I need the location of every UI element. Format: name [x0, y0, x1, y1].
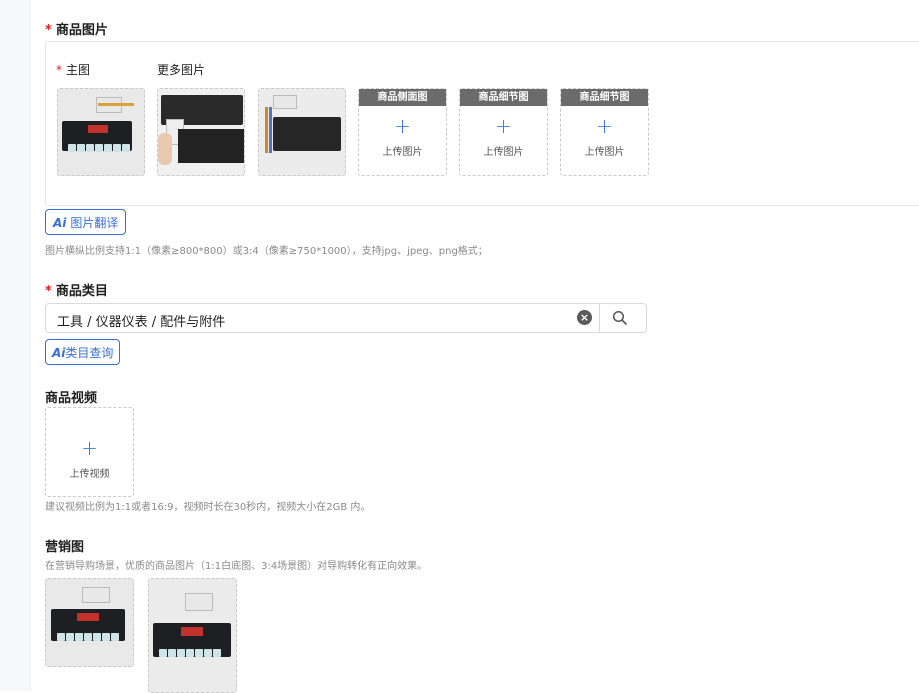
marketing-image-portrait[interactable] [148, 578, 237, 693]
device-display [181, 627, 203, 636]
device-buttons [57, 626, 120, 645]
product-images-title-text: 商品图片 [55, 23, 108, 38]
wire-shape [98, 103, 134, 106]
product-images-title: * 商品图片 [45, 19, 108, 38]
upload-label: 上传图片 [584, 147, 625, 158]
clear-icon[interactable]: × [577, 310, 592, 325]
device-buttons [159, 642, 222, 661]
ai-icon: Ai [53, 216, 67, 230]
device-display [77, 613, 99, 621]
ai-category-query-label: 类目查询 [65, 346, 114, 360]
main-image-label: * 主图 [56, 61, 90, 78]
plus-icon: + [81, 436, 98, 460]
upload-side-image-slot[interactable]: 商品侧面图 + 上传图片 [358, 88, 447, 176]
video-hint: 建议视频比例为1:1或者16:9，视频时长在30秒内，视频大小在2GB 内。 [45, 502, 371, 513]
image-format-hint: 图片横纵比例支持1:1（像素≥800*800）或3:4（像素≥750*1000）… [45, 246, 488, 257]
category-title-text: 商品类目 [55, 284, 108, 299]
upload-detail-image-slot-2[interactable]: 商品细节图 + 上传图片 [560, 88, 649, 176]
upload-video-label: 上传视频 [69, 469, 110, 480]
slot-header: 商品细节图 [561, 89, 648, 106]
ai-image-translate-label: 图片翻译 [70, 216, 119, 230]
video-title: 商品视频 [45, 391, 98, 406]
device-display [88, 125, 108, 133]
more-image-thumbnail-1[interactable] [157, 88, 245, 176]
hand-shape [158, 133, 172, 165]
upload-label: 上传图片 [483, 147, 524, 158]
device-board [62, 121, 132, 152]
marketing-title: 营销图 [45, 540, 85, 555]
connector-shape [185, 593, 213, 611]
category-value: 工具 / 仪器仪表 / 配件与附件 [57, 315, 226, 330]
main-image-thumbnail[interactable] [57, 88, 145, 176]
connector-shape [273, 95, 297, 109]
device-board [51, 609, 125, 641]
required-mark: * [45, 284, 52, 299]
plus-icon: + [596, 114, 613, 138]
category-select[interactable]: 工具 / 仪器仪表 / 配件与附件 × [45, 303, 647, 333]
marketing-hint: 在营销导购场景，优质的商品图片（1:1白底图、3:4场景图）对导购转化有正向效果… [45, 561, 428, 572]
slot-header: 商品侧面图 [359, 89, 446, 106]
divider [599, 304, 600, 332]
upload-video-slot[interactable]: + 上传视频 [45, 407, 134, 497]
marketing-image-square[interactable] [45, 578, 134, 667]
ai-category-query-button[interactable]: Ai类目查询 [45, 339, 121, 365]
search-icon[interactable] [612, 310, 628, 326]
upload-label: 上传图片 [382, 147, 423, 158]
upload-detail-image-slot-1[interactable]: 商品细节图 + 上传图片 [459, 88, 548, 176]
wire-shape [269, 107, 272, 153]
category-title: * 商品类目 [45, 280, 108, 299]
more-images-label: 更多图片 [157, 63, 206, 77]
slot-header: 商品细节图 [460, 89, 547, 106]
left-sidebar-strip [0, 0, 31, 691]
connector-shape [82, 587, 110, 603]
device-board [153, 623, 231, 657]
more-image-thumbnail-2[interactable] [258, 88, 346, 176]
wire-shape [265, 107, 268, 153]
device-board [273, 117, 341, 151]
plus-icon: + [495, 114, 512, 138]
main-image-label-text: 主图 [66, 63, 91, 77]
device-back [178, 129, 244, 163]
ai-image-translate-button[interactable]: Ai 图片翻译 [45, 209, 127, 235]
required-mark: * [45, 23, 52, 38]
required-mark: * [56, 63, 62, 77]
plus-icon: + [394, 114, 411, 138]
ai-icon: Ai [52, 346, 66, 360]
device-buttons [68, 137, 131, 156]
